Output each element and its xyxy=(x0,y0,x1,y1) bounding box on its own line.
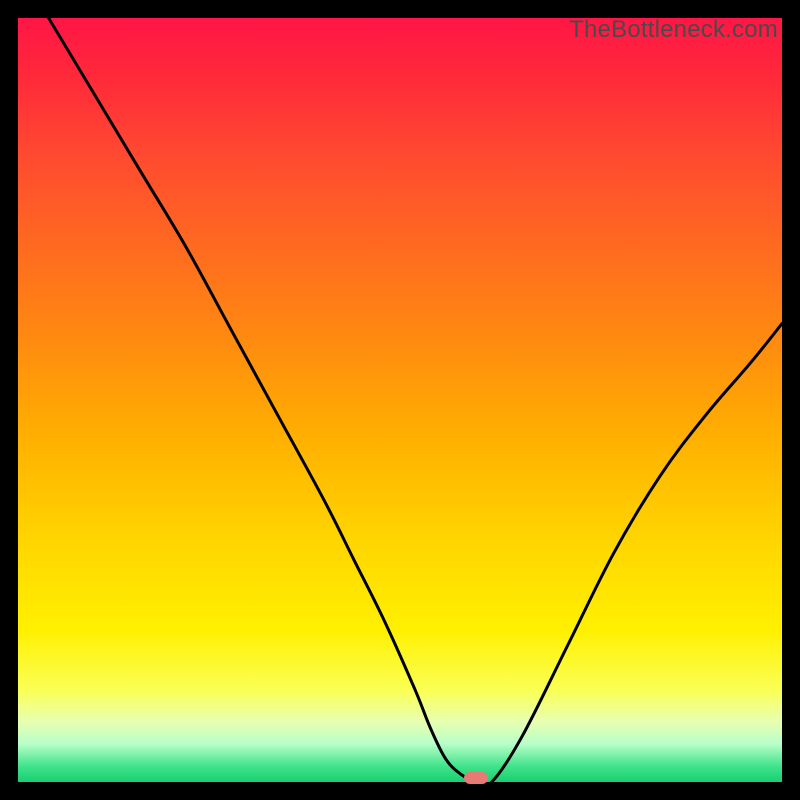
chart-frame: TheBottleneck.com xyxy=(0,0,800,800)
bottleneck-curve xyxy=(18,18,782,782)
plot-area: TheBottleneck.com xyxy=(18,18,782,782)
minimum-marker xyxy=(464,772,488,784)
